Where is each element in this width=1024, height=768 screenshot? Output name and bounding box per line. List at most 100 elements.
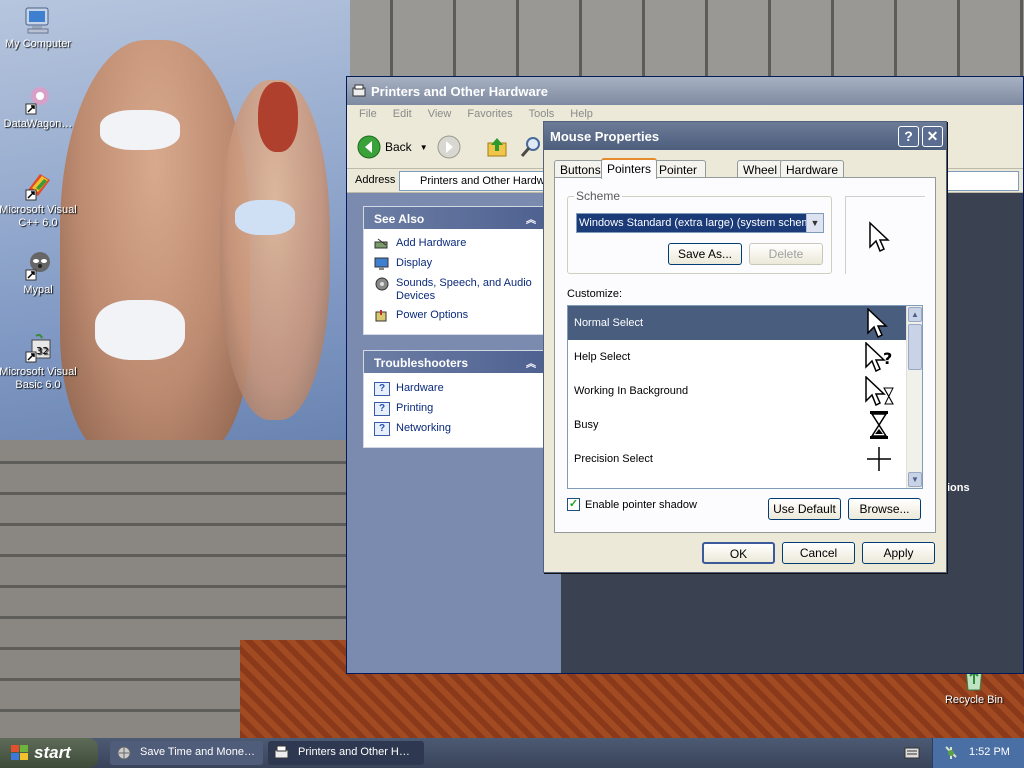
- scheme-select[interactable]: Windows Standard (extra large) (system s…: [576, 213, 824, 233]
- start-button[interactable]: start: [0, 738, 98, 768]
- speaker-icon: [375, 277, 389, 291]
- taskbar-item-printers[interactable]: Printers and Other H…: [268, 741, 424, 765]
- list-item[interactable]: Help Select ?: [568, 340, 906, 374]
- scroll-up-icon[interactable]: ▲: [908, 307, 922, 322]
- printer-folder-icon: [274, 745, 289, 759]
- chevron-down-icon[interactable]: ▼: [806, 214, 823, 232]
- troubleshooter-hardware[interactable]: ? Hardware: [364, 379, 544, 399]
- scheme-label: Scheme: [574, 189, 623, 203]
- visual-basic-shortcut-icon: 32: [22, 332, 54, 364]
- arrow-cursor-icon: [867, 308, 888, 338]
- pointer-shadow-label: Enable pointer shadow: [585, 498, 697, 511]
- list-item[interactable]: Working In Background: [568, 374, 906, 408]
- chevron-down-icon[interactable]: ▼: [420, 143, 428, 152]
- power-options-icon: [375, 310, 387, 322]
- menu-view[interactable]: View: [428, 108, 452, 120]
- save-as-button[interactable]: Save As...: [668, 243, 742, 265]
- menu-tools[interactable]: Tools: [529, 108, 555, 120]
- see-also-power-options[interactable]: Power Options: [364, 306, 544, 326]
- clock[interactable]: 1:52 PM: [969, 746, 1010, 758]
- pointer-shadow-checkbox[interactable]: ✓ Enable pointer shadow: [567, 498, 697, 511]
- list-item[interactable]: Precision Select: [568, 442, 906, 476]
- checkbox-check-icon[interactable]: ✓: [567, 498, 580, 511]
- help-icon: ?: [374, 382, 390, 396]
- use-default-button[interactable]: Use Default: [768, 498, 841, 520]
- see-also-sounds[interactable]: Sounds, Speech, and Audio Devices: [364, 274, 544, 306]
- display-icon: [374, 257, 389, 270]
- see-also-add-hardware[interactable]: Add Hardware: [364, 234, 544, 254]
- pointer-preview: [845, 196, 925, 274]
- delete-button[interactable]: Delete: [749, 243, 823, 265]
- desktop-icon-visual-cpp[interactable]: Microsoft Visual C++ 6.0: [0, 170, 80, 230]
- close-button[interactable]: ✕: [922, 126, 943, 147]
- scheme-value: Windows Standard (extra large) (system s…: [579, 217, 821, 229]
- list-item[interactable]: Normal Select: [568, 306, 906, 340]
- taskbar: start Save Time and Mone… Printers and O…: [0, 738, 1024, 768]
- desktop-icon-mypal[interactable]: Mypal: [0, 250, 80, 297]
- back-button[interactable]: Back ▼: [357, 135, 428, 159]
- help-button[interactable]: ?: [898, 126, 919, 147]
- search-icon[interactable]: [519, 135, 543, 159]
- help-cursor-icon: ?: [865, 342, 892, 372]
- help-icon: ?: [374, 402, 390, 416]
- menu-file[interactable]: File: [359, 108, 377, 120]
- wallpaper-detail: [258, 82, 298, 152]
- tab-pointer-options[interactable]: Pointer Options: [653, 160, 707, 191]
- browse-button[interactable]: Browse...: [848, 498, 921, 520]
- troubleshooters-header[interactable]: Troubleshooters ︽: [364, 351, 544, 373]
- see-also-panel: See Also ︽ Add Hardware Display Sounds, S…: [363, 206, 545, 335]
- desktop-icon-my-computer[interactable]: My Computer: [0, 4, 80, 51]
- wallpaper-detail: [100, 110, 180, 150]
- ok-button[interactable]: OK: [702, 542, 775, 564]
- tab-pointers[interactable]: Pointers: [601, 158, 658, 179]
- dialog-title-bar[interactable]: Mouse Properties ? ✕: [544, 122, 946, 150]
- cancel-button[interactable]: Cancel: [782, 542, 855, 564]
- dialog-title: Mouse Properties: [550, 129, 660, 144]
- partial-category-label: ions: [947, 482, 970, 494]
- pointer-list[interactable]: Normal Select Help Select ? Working In B…: [567, 305, 923, 489]
- tab-wheel[interactable]: Wheel: [737, 160, 784, 178]
- printer-folder-icon: [352, 84, 366, 97]
- taskbar-item-save-time[interactable]: Save Time and Mone…: [110, 741, 263, 765]
- list-item[interactable]: Busy: [568, 408, 906, 442]
- keyboard-icon[interactable]: [904, 747, 920, 759]
- start-label: start: [34, 743, 71, 762]
- close-icon: ✕: [926, 128, 939, 144]
- mypal-shortcut-icon: [22, 250, 54, 282]
- tab-buttons[interactable]: Buttons: [554, 160, 607, 178]
- menu-edit[interactable]: Edit: [393, 108, 412, 120]
- up-folder-icon[interactable]: [485, 135, 509, 159]
- menu-favorites[interactable]: Favorites: [467, 108, 512, 120]
- see-also-header[interactable]: See Also ︽: [364, 207, 544, 229]
- back-arrow-icon: [357, 135, 381, 159]
- troubleshooter-printing[interactable]: ? Printing: [364, 399, 544, 419]
- wallpaper-stone: [330, 0, 1024, 80]
- collapse-chevron-icon[interactable]: ︽: [526, 355, 536, 370]
- working-cursor-icon: [865, 376, 894, 406]
- see-also-display[interactable]: Display: [364, 254, 544, 274]
- datawagon-shortcut-icon: [22, 84, 54, 116]
- list-scrollbar[interactable]: ▲ ▼: [906, 306, 922, 488]
- pointers-panel: Scheme Windows Standard (extra large) (s…: [554, 177, 936, 533]
- arrow-cursor-icon: [869, 221, 890, 253]
- scroll-down-icon[interactable]: ▼: [908, 472, 922, 487]
- troubleshooter-networking[interactable]: ? Networking: [364, 419, 544, 439]
- add-hardware-icon: [374, 238, 388, 249]
- tab-hardware[interactable]: Hardware: [780, 160, 845, 178]
- scheme-group: Scheme Windows Standard (extra large) (s…: [567, 189, 832, 274]
- svg-text:?: ?: [883, 349, 892, 368]
- windows-logo-icon: [11, 745, 28, 760]
- collapse-chevron-icon[interactable]: ︽: [526, 211, 536, 226]
- network-tray-icon[interactable]: [943, 745, 959, 761]
- forward-arrow-icon[interactable]: [437, 135, 461, 159]
- visual-cpp-shortcut-icon: [22, 170, 54, 202]
- scroll-thumb[interactable]: [908, 324, 922, 370]
- explorer-title-bar[interactable]: Printers and Other Hardware: [347, 77, 1023, 105]
- desktop-icon-datawagon[interactable]: DataWagon…: [0, 84, 80, 131]
- menu-help[interactable]: Help: [570, 108, 593, 120]
- my-computer-icon: [22, 4, 54, 36]
- wallpaper-detail: [235, 200, 295, 235]
- address-value: Printers and Other Hardware: [420, 175, 561, 187]
- desktop-icon-visual-basic[interactable]: 32 Microsoft Visual Basic 6.0: [0, 332, 80, 392]
- apply-button[interactable]: Apply: [862, 542, 935, 564]
